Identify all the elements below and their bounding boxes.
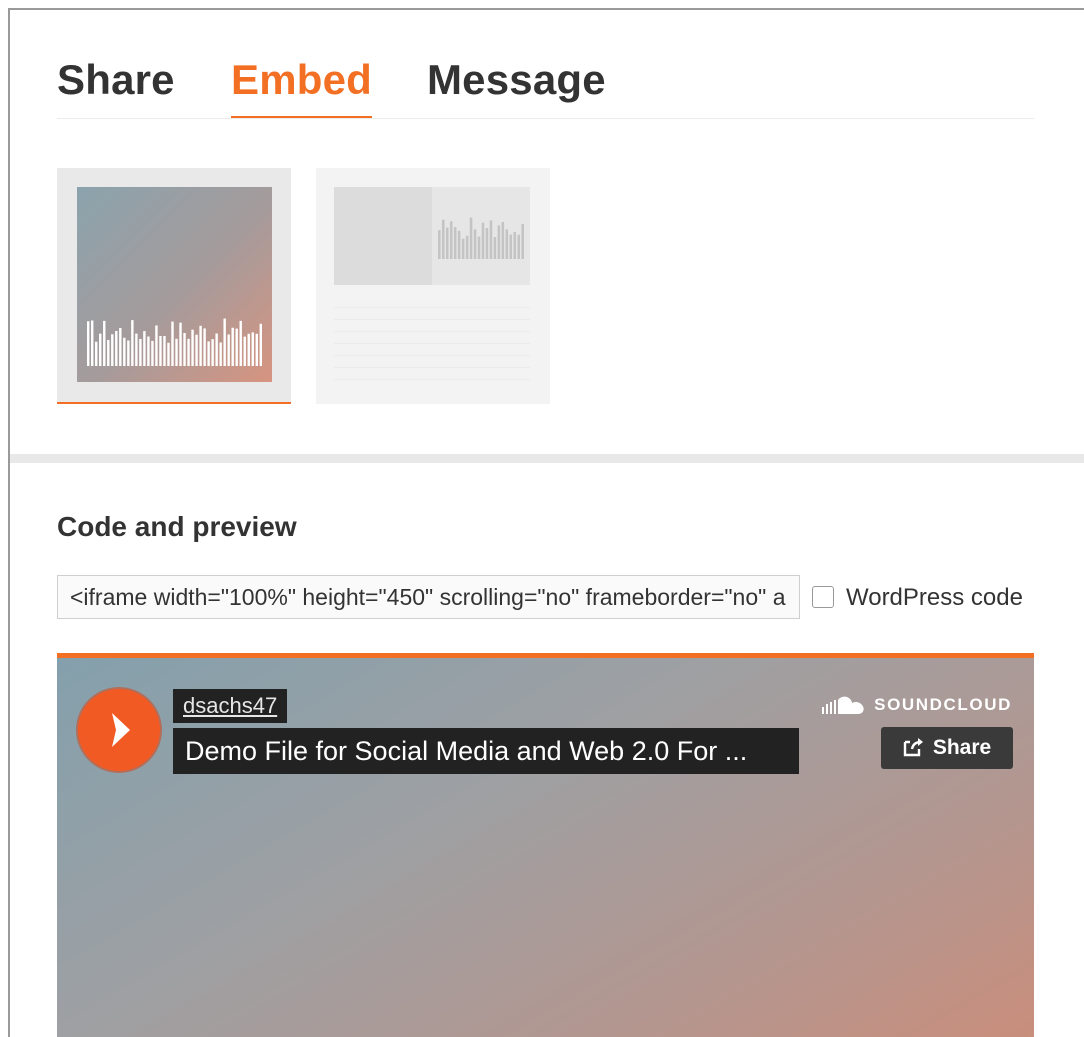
waveform-icon <box>87 318 262 366</box>
wordpress-code-checkbox[interactable] <box>812 586 834 608</box>
share-icon <box>903 738 923 757</box>
track-username[interactable]: dsachs47 <box>173 689 288 723</box>
track-list-placeholder <box>334 296 530 386</box>
track-title[interactable]: Demo File for Social Media and Web 2.0 F… <box>173 728 799 774</box>
play-button[interactable] <box>78 689 160 771</box>
code-and-preview-heading: Code and preview <box>57 511 297 542</box>
tab-share[interactable]: Share <box>57 52 175 118</box>
player-share-button[interactable]: Share <box>881 727 1013 769</box>
section-divider <box>10 454 1084 463</box>
player-share-label: Share <box>932 736 992 759</box>
soundcloud-brand-text: SOUNDCLOUD <box>874 695 1012 714</box>
tab-message[interactable]: Message <box>427 52 606 118</box>
visual-player-thumbnail <box>77 187 272 382</box>
soundcloud-cloud-icon <box>822 696 864 714</box>
classic-player-artwork <box>334 187 432 285</box>
visual-player-option[interactable] <box>57 168 291 404</box>
player-preview: dsachs47 Demo File for Social Media and … <box>57 653 1034 1037</box>
tab-embed[interactable]: Embed <box>231 52 373 118</box>
classic-player-option[interactable] <box>316 168 550 404</box>
embed-code-input[interactable] <box>57 575 800 619</box>
waveform-icon <box>438 217 524 259</box>
wordpress-code-label[interactable]: WordPress code <box>846 584 1023 612</box>
tab-bar: Share Embed Message <box>57 52 1034 119</box>
soundcloud-logo[interactable]: SOUNDCLOUD <box>822 695 1012 715</box>
play-icon <box>112 713 130 747</box>
